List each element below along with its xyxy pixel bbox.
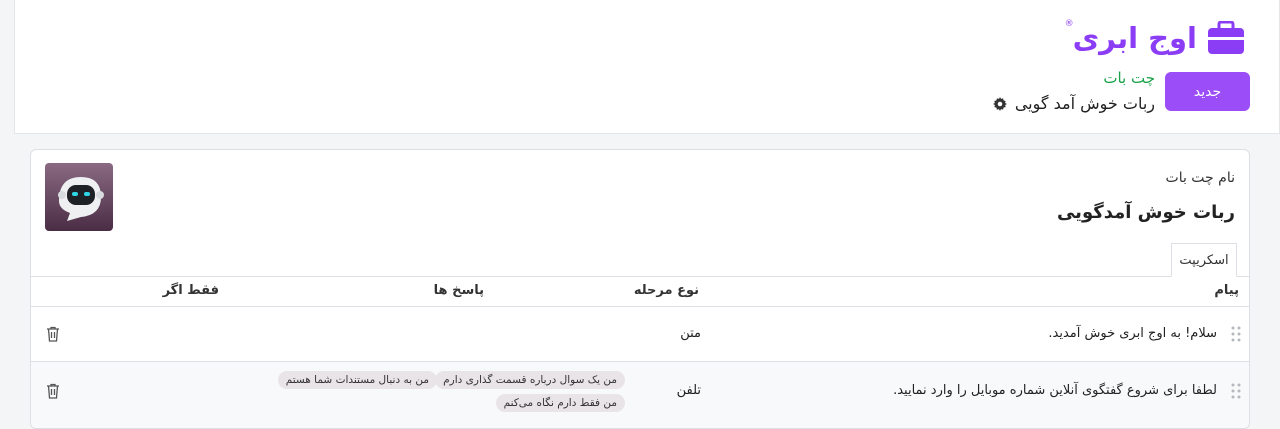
drag-handle-icon[interactable] xyxy=(1231,325,1241,343)
answer-chip[interactable]: من یک سوال درباره قسمت گذاری دارم xyxy=(435,371,625,389)
robot-avatar-image xyxy=(45,163,113,231)
registered-mark: ® xyxy=(1064,19,1075,29)
robot-avatar xyxy=(45,163,113,231)
section-label: چت بات xyxy=(1103,69,1155,87)
table-top-divider xyxy=(31,276,1249,277)
answer-chip[interactable]: من به دنبال مستندات شما هستم xyxy=(277,371,437,389)
row-message: سلام! به اوج ابری خوش آمدید. xyxy=(1048,326,1217,341)
answer-chip[interactable]: من فقط دارم نگاه می‌کنم xyxy=(495,394,625,412)
header-step-type: نوع مرحله xyxy=(633,283,699,298)
briefcase-icon xyxy=(1208,21,1244,54)
gear-icon[interactable] xyxy=(992,96,1007,111)
table-row[interactable]: سلام! به اوج ابری خوش آمدید. متن xyxy=(31,307,1249,362)
chatbot-name-value: ربات خوش آمدگویی xyxy=(1056,202,1235,223)
trash-icon[interactable] xyxy=(46,383,60,399)
brand-logo[interactable]: اوج ابری ® xyxy=(1064,18,1245,58)
bot-title: ربات خوش آمد گویی xyxy=(1014,94,1155,113)
trash-icon[interactable] xyxy=(46,326,60,342)
header-only-if: فقط اگر xyxy=(162,283,219,298)
chatbot-card: نام چت بات ربات خوش آمدگویی اسکریپت پیام… xyxy=(30,149,1250,429)
row-step-type: تلفن xyxy=(676,383,701,398)
new-button[interactable]: جدید xyxy=(1165,72,1250,111)
header-message: پیام xyxy=(1214,283,1239,298)
bot-title-row: ربات خوش آمد گویی xyxy=(992,94,1155,113)
row-message: لطفا برای شروع گفتگوی آنلاین شماره موبای… xyxy=(893,383,1217,398)
header-answers: پاسخ ها xyxy=(433,283,484,298)
drag-handle-icon[interactable] xyxy=(1231,382,1241,400)
top-header: اوج ابری ® چت بات ربات خوش آمد گویی xyxy=(14,0,1280,134)
tab-script[interactable]: اسکریپت xyxy=(1171,243,1237,277)
chatbot-name-label: نام چت بات xyxy=(1165,170,1235,186)
logo-wordmark: اوج ابری ® xyxy=(1064,19,1197,55)
row-step-type: متن xyxy=(680,326,701,341)
